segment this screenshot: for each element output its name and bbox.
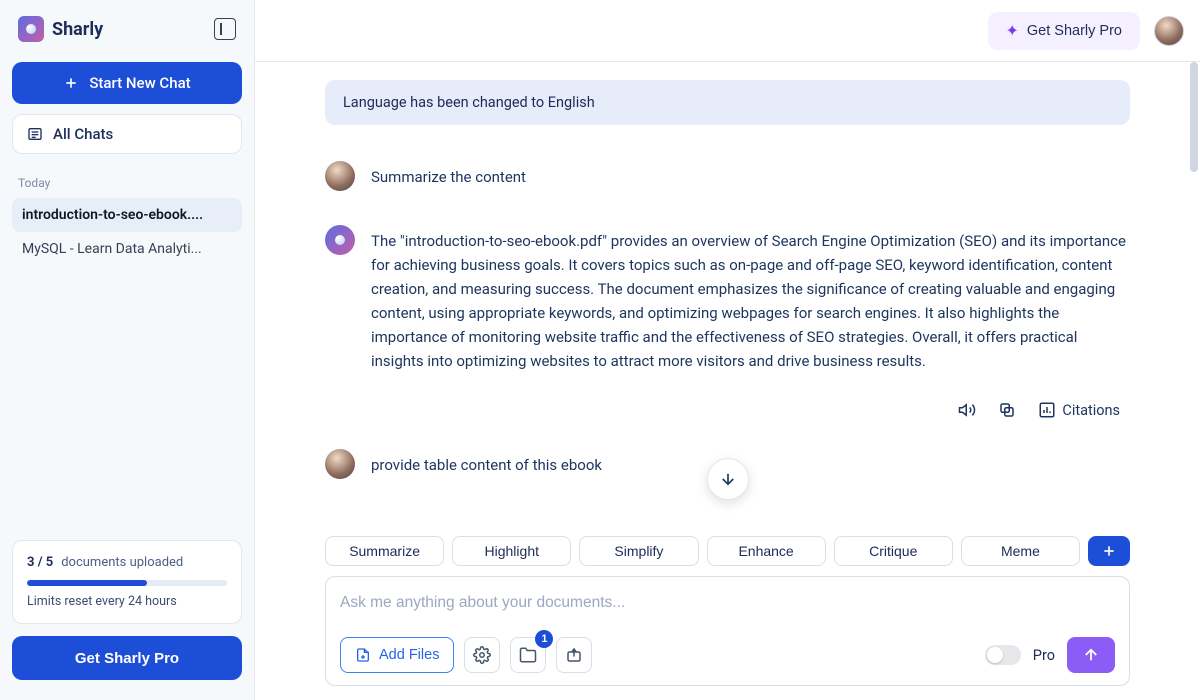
settings-button[interactable] xyxy=(464,637,500,673)
chip-meme[interactable]: Meme xyxy=(961,536,1080,566)
avatar xyxy=(325,161,355,191)
sidebar-section-label: Today xyxy=(12,154,242,198)
copy-icon xyxy=(998,401,1016,419)
scroll-down-button[interactable] xyxy=(707,458,749,500)
chip-summarize[interactable]: Summarize xyxy=(325,536,444,566)
arrow-up-icon xyxy=(1082,646,1100,664)
arrow-down-icon xyxy=(719,470,737,488)
avatar xyxy=(325,449,355,479)
chip-enhance[interactable]: Enhance xyxy=(707,536,826,566)
scrollbar-thumb[interactable] xyxy=(1190,62,1198,172)
usage-count: 3 / 5 xyxy=(27,555,53,570)
user-avatar[interactable] xyxy=(1154,16,1184,46)
list-icon xyxy=(27,126,43,142)
folder-button[interactable]: 1 xyxy=(510,637,546,673)
message-text: The "introduction-to-seo-ebook.pdf" prov… xyxy=(371,225,1130,373)
citations-button[interactable]: Citations xyxy=(1038,401,1120,419)
usage-progress-bar xyxy=(27,580,147,586)
folder-badge: 1 xyxy=(535,630,553,648)
send-button[interactable] xyxy=(1067,637,1115,673)
get-pro-topbar-button[interactable]: ✦ Get Sharly Pro xyxy=(988,12,1141,50)
get-pro-sidebar-button[interactable]: Get Sharly Pro xyxy=(12,636,242,680)
sparkle-icon: ✦ xyxy=(1006,21,1019,41)
scrollbar[interactable] xyxy=(1190,62,1198,700)
gear-icon xyxy=(473,646,491,664)
suggestion-chips: Summarize Highlight Simplify Enhance Cri… xyxy=(325,536,1130,566)
message-user: Summarize the content xyxy=(325,161,1130,191)
chip-highlight[interactable]: Highlight xyxy=(452,536,571,566)
file-plus-icon xyxy=(355,647,371,663)
export-button[interactable] xyxy=(556,637,592,673)
plus-icon xyxy=(63,75,79,91)
usage-reset-text: Limits reset every 24 hours xyxy=(27,594,227,609)
message-text: Summarize the content xyxy=(371,161,526,191)
message-text: provide table content of this ebook xyxy=(371,449,602,479)
chat-scroll[interactable]: Language has been changed to English Sum… xyxy=(255,62,1200,700)
brand-name: Sharly xyxy=(52,19,103,40)
sidebar: Sharly Start New Chat All Chats Today in… xyxy=(0,0,255,700)
topbar: ✦ Get Sharly Pro xyxy=(255,0,1200,62)
composer: Add Files 1 xyxy=(325,576,1130,686)
copy-button[interactable] xyxy=(998,401,1016,419)
usage-label: documents uploaded xyxy=(61,555,183,570)
speak-button[interactable] xyxy=(958,401,976,419)
plus-icon xyxy=(1101,543,1117,559)
add-files-button[interactable]: Add Files xyxy=(340,637,454,673)
chat-item[interactable]: introduction-to-seo-ebook.... xyxy=(12,198,242,232)
chart-icon xyxy=(1038,401,1056,419)
start-new-chat-button[interactable]: Start New Chat xyxy=(12,62,242,104)
chip-critique[interactable]: Critique xyxy=(834,536,953,566)
pro-toggle[interactable] xyxy=(985,645,1021,665)
chip-simplify[interactable]: Simplify xyxy=(579,536,698,566)
chat-item[interactable]: MySQL - Learn Data Analyti... xyxy=(12,232,242,266)
export-icon xyxy=(565,646,583,664)
speaker-icon xyxy=(958,401,976,419)
chip-add-button[interactable] xyxy=(1088,536,1130,566)
message-input[interactable] xyxy=(340,589,1115,617)
system-banner: Language has been changed to English xyxy=(325,80,1130,125)
usage-progress xyxy=(27,580,227,586)
composer-area: Summarize Highlight Simplify Enhance Cri… xyxy=(255,528,1200,700)
all-chats-button[interactable]: All Chats xyxy=(12,114,242,154)
collapse-sidebar-button[interactable] xyxy=(214,18,236,40)
avatar xyxy=(325,225,355,255)
message-actions: Citations xyxy=(325,401,1130,419)
main: ✦ Get Sharly Pro Language has been chang… xyxy=(255,0,1200,700)
message-assistant: The "introduction-to-seo-ebook.pdf" prov… xyxy=(325,225,1130,373)
usage-card: 3 / 5 documents uploaded Limits reset ev… xyxy=(12,540,242,624)
pro-toggle-label: Pro xyxy=(1033,647,1055,664)
brand: Sharly xyxy=(18,16,103,42)
folder-icon xyxy=(519,646,537,664)
brand-logo xyxy=(18,16,44,42)
